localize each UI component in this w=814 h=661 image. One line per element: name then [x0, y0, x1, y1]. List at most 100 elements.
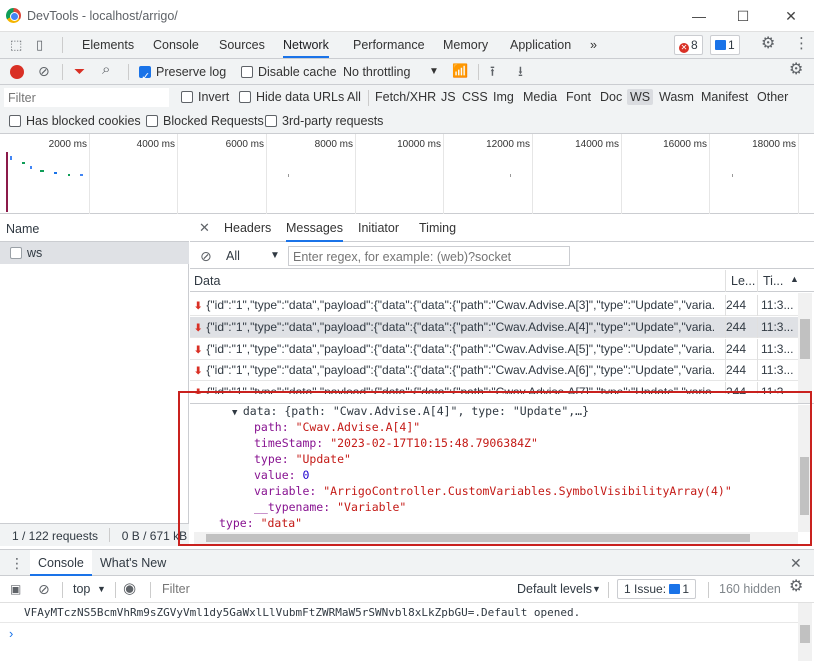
tab-network[interactable]: Network — [283, 32, 329, 58]
drawer-tab-console[interactable]: Console — [30, 550, 92, 576]
more-options-icon[interactable]: ⋮ — [794, 36, 809, 51]
drawer-menu-icon[interactable]: ⋮ — [10, 556, 24, 570]
console-scrollbar[interactable] — [798, 603, 812, 661]
type-filter-js[interactable]: JS — [441, 90, 456, 104]
tab-application[interactable]: Application — [510, 32, 571, 58]
column-time[interactable]: Ti... — [763, 274, 783, 288]
messages-grid-body: ⬇ {"id":"1","type":"data","payload":{"dat… — [190, 293, 798, 394]
tab-initiator[interactable]: Initiator — [358, 215, 399, 242]
has-blocked-cookies-checkbox[interactable]: Has blocked cookies — [9, 114, 141, 128]
type-filter-css[interactable]: CSS — [462, 90, 488, 104]
tab-headers[interactable]: Headers — [224, 215, 271, 242]
type-filter-img[interactable]: Img — [493, 90, 514, 104]
type-filter-font[interactable]: Font — [566, 90, 591, 104]
message-row[interactable]: ⬇ {"id":"1","type":"data","payload":{"dat… — [190, 360, 798, 381]
network-conditions-icon[interactable]: 📶 — [452, 64, 468, 78]
console-output[interactable]: VFAyMTczNS5BcmVhRm9sZGVyVml1dy5GaWxlLlVu… — [0, 603, 814, 661]
tab-sources[interactable]: Sources — [219, 32, 265, 58]
message-row[interactable]: ⬇ {"id":"1","type":"data","payload":{"dat… — [190, 295, 798, 316]
tab-messages[interactable]: Messages — [286, 215, 343, 242]
type-filter-wasm[interactable]: Wasm — [659, 90, 694, 104]
tab-memory[interactable]: Memory — [443, 32, 488, 58]
clear-messages-icon[interactable]: ⊘ — [200, 249, 212, 263]
clear-icon[interactable]: ⊘ — [38, 64, 50, 78]
more-tabs-icon[interactable]: » — [590, 32, 597, 58]
type-filter-other[interactable]: Other — [757, 90, 788, 104]
third-party-checkbox[interactable]: 3rd-party requests — [265, 114, 383, 128]
overview-tick: 4000 ms — [136, 139, 175, 150]
context-dropdown-icon[interactable]: ▼ — [97, 584, 106, 594]
type-filter-doc[interactable]: Doc — [600, 90, 622, 104]
message-row[interactable]: ⬇ {"id":"1","type":"data","payload":{"dat… — [190, 339, 798, 360]
minimize-button[interactable]: — — [684, 4, 714, 28]
received-arrow-icon: ⬇ — [194, 323, 203, 334]
message-type-dropdown-icon[interactable]: ▼ — [270, 250, 280, 261]
preserve-log-checkbox[interactable]: Preserve log — [139, 59, 226, 90]
close-window-button[interactable]: ✕ — [776, 4, 806, 28]
record-icon[interactable] — [10, 65, 24, 79]
type-filter-manifest[interactable]: Manifest — [701, 90, 748, 104]
overview-tick: 6000 ms — [225, 139, 264, 150]
device-toolbar-icon[interactable]: ▯ — [36, 38, 43, 52]
clear-console-icon[interactable]: ⊘ — [38, 582, 50, 596]
console-filter-input[interactable]: Filter — [158, 579, 508, 600]
overview-activity — [10, 156, 90, 176]
name-column-header[interactable]: Name — [0, 215, 189, 242]
drawer-tab-whats-new[interactable]: What's New — [100, 550, 166, 576]
blocked-requests-checkbox[interactable]: Blocked Requests — [146, 114, 264, 128]
ws-doc-icon — [10, 247, 22, 259]
column-data[interactable]: Data — [194, 274, 220, 288]
type-filter-ws[interactable]: WS — [627, 89, 654, 105]
grid-scrollbar-thumb[interactable] — [800, 319, 810, 359]
console-prompt-input[interactable] — [24, 625, 794, 643]
close-drawer-icon[interactable]: ✕ — [790, 556, 802, 570]
errors-badge[interactable]: ✕ 8 — [674, 35, 703, 55]
network-settings-gear-icon[interactable]: ⚙ — [789, 62, 803, 78]
network-overview[interactable]: 2000 ms 4000 ms 6000 ms 8000 ms 10000 ms… — [0, 134, 814, 214]
tab-elements[interactable]: Elements — [82, 32, 134, 58]
tab-performance[interactable]: Performance — [353, 32, 425, 58]
type-filter-all[interactable]: All — [347, 90, 361, 104]
export-har-icon[interactable]: ⭳ — [518, 64, 523, 78]
messages-badge[interactable]: 1 — [710, 35, 740, 55]
chrome-logo-icon — [6, 8, 21, 23]
tab-timing[interactable]: Timing — [419, 215, 456, 242]
regex-placeholder: Enter regex, for example: (web)?socket — [293, 250, 512, 264]
tab-console[interactable]: Console — [153, 32, 199, 58]
throttling-select[interactable]: No throttling — [343, 59, 410, 85]
column-length[interactable]: Le... — [731, 274, 755, 288]
toggle-sidebar-icon[interactable]: ▣ — [10, 582, 21, 596]
disable-cache-checkbox[interactable]: Disable cache — [241, 59, 337, 85]
settings-gear-icon[interactable]: ⚙ — [761, 36, 775, 52]
context-select[interactable]: top — [73, 582, 90, 596]
live-expression-eye-icon[interactable]: ◉ — [123, 581, 136, 596]
overview-tick: 8000 ms — [314, 139, 353, 150]
issues-badge[interactable]: 1 Issue: 1 — [617, 579, 697, 599]
inspect-element-icon[interactable]: ⬚ — [10, 38, 22, 52]
messages-toolbar: ⊘ All ▼ Enter regex, for example: (web)?… — [190, 243, 814, 269]
filter-input[interactable]: Filter — [4, 88, 169, 107]
log-levels-select[interactable]: Default levels — [517, 582, 592, 596]
import-har-icon[interactable]: ⭱ — [490, 64, 495, 78]
filter-funnel-icon[interactable]: ⏷ — [74, 64, 85, 78]
maximize-button[interactable]: ☐ — [728, 4, 758, 28]
message-type-select[interactable]: All — [226, 249, 240, 263]
type-filter-fetch-xhr[interactable]: Fetch/XHR — [375, 90, 436, 104]
search-icon[interactable]: ⌕ — [102, 62, 110, 77]
sort-up-icon: ▲ — [790, 274, 799, 284]
type-filter-media[interactable]: Media — [523, 90, 557, 104]
log-levels-dropdown-icon[interactable]: ▼ — [592, 584, 601, 594]
drawer-tab-bar: ⋮ Console What's New ✕ — [0, 549, 814, 576]
close-detail-icon[interactable]: ✕ — [199, 221, 210, 235]
grid-scrollbar[interactable] — [798, 293, 812, 403]
request-row-ws[interactable]: ws — [0, 242, 189, 264]
console-scrollbar-thumb[interactable] — [800, 625, 810, 643]
console-log-line: VFAyMTczNS5BcmVhRm9sZGVyVml1dy5GaWxlLlVu… — [24, 606, 581, 619]
console-settings-gear-icon[interactable]: ⚙ — [789, 579, 803, 595]
invert-checkbox[interactable]: Invert — [181, 90, 229, 104]
console-toolbar: ▣ ⊘ top ▼ ◉ Filter Default levels ▼ 1 Is… — [0, 576, 814, 603]
throttling-dropdown-icon[interactable]: ▼ — [429, 59, 439, 85]
message-row-selected[interactable]: ⬇ {"id":"1","type":"data","payload":{"dat… — [190, 317, 798, 338]
hide-data-urls-checkbox[interactable]: Hide data URLs — [239, 90, 344, 104]
message-regex-input[interactable]: Enter regex, for example: (web)?socket — [288, 246, 570, 266]
